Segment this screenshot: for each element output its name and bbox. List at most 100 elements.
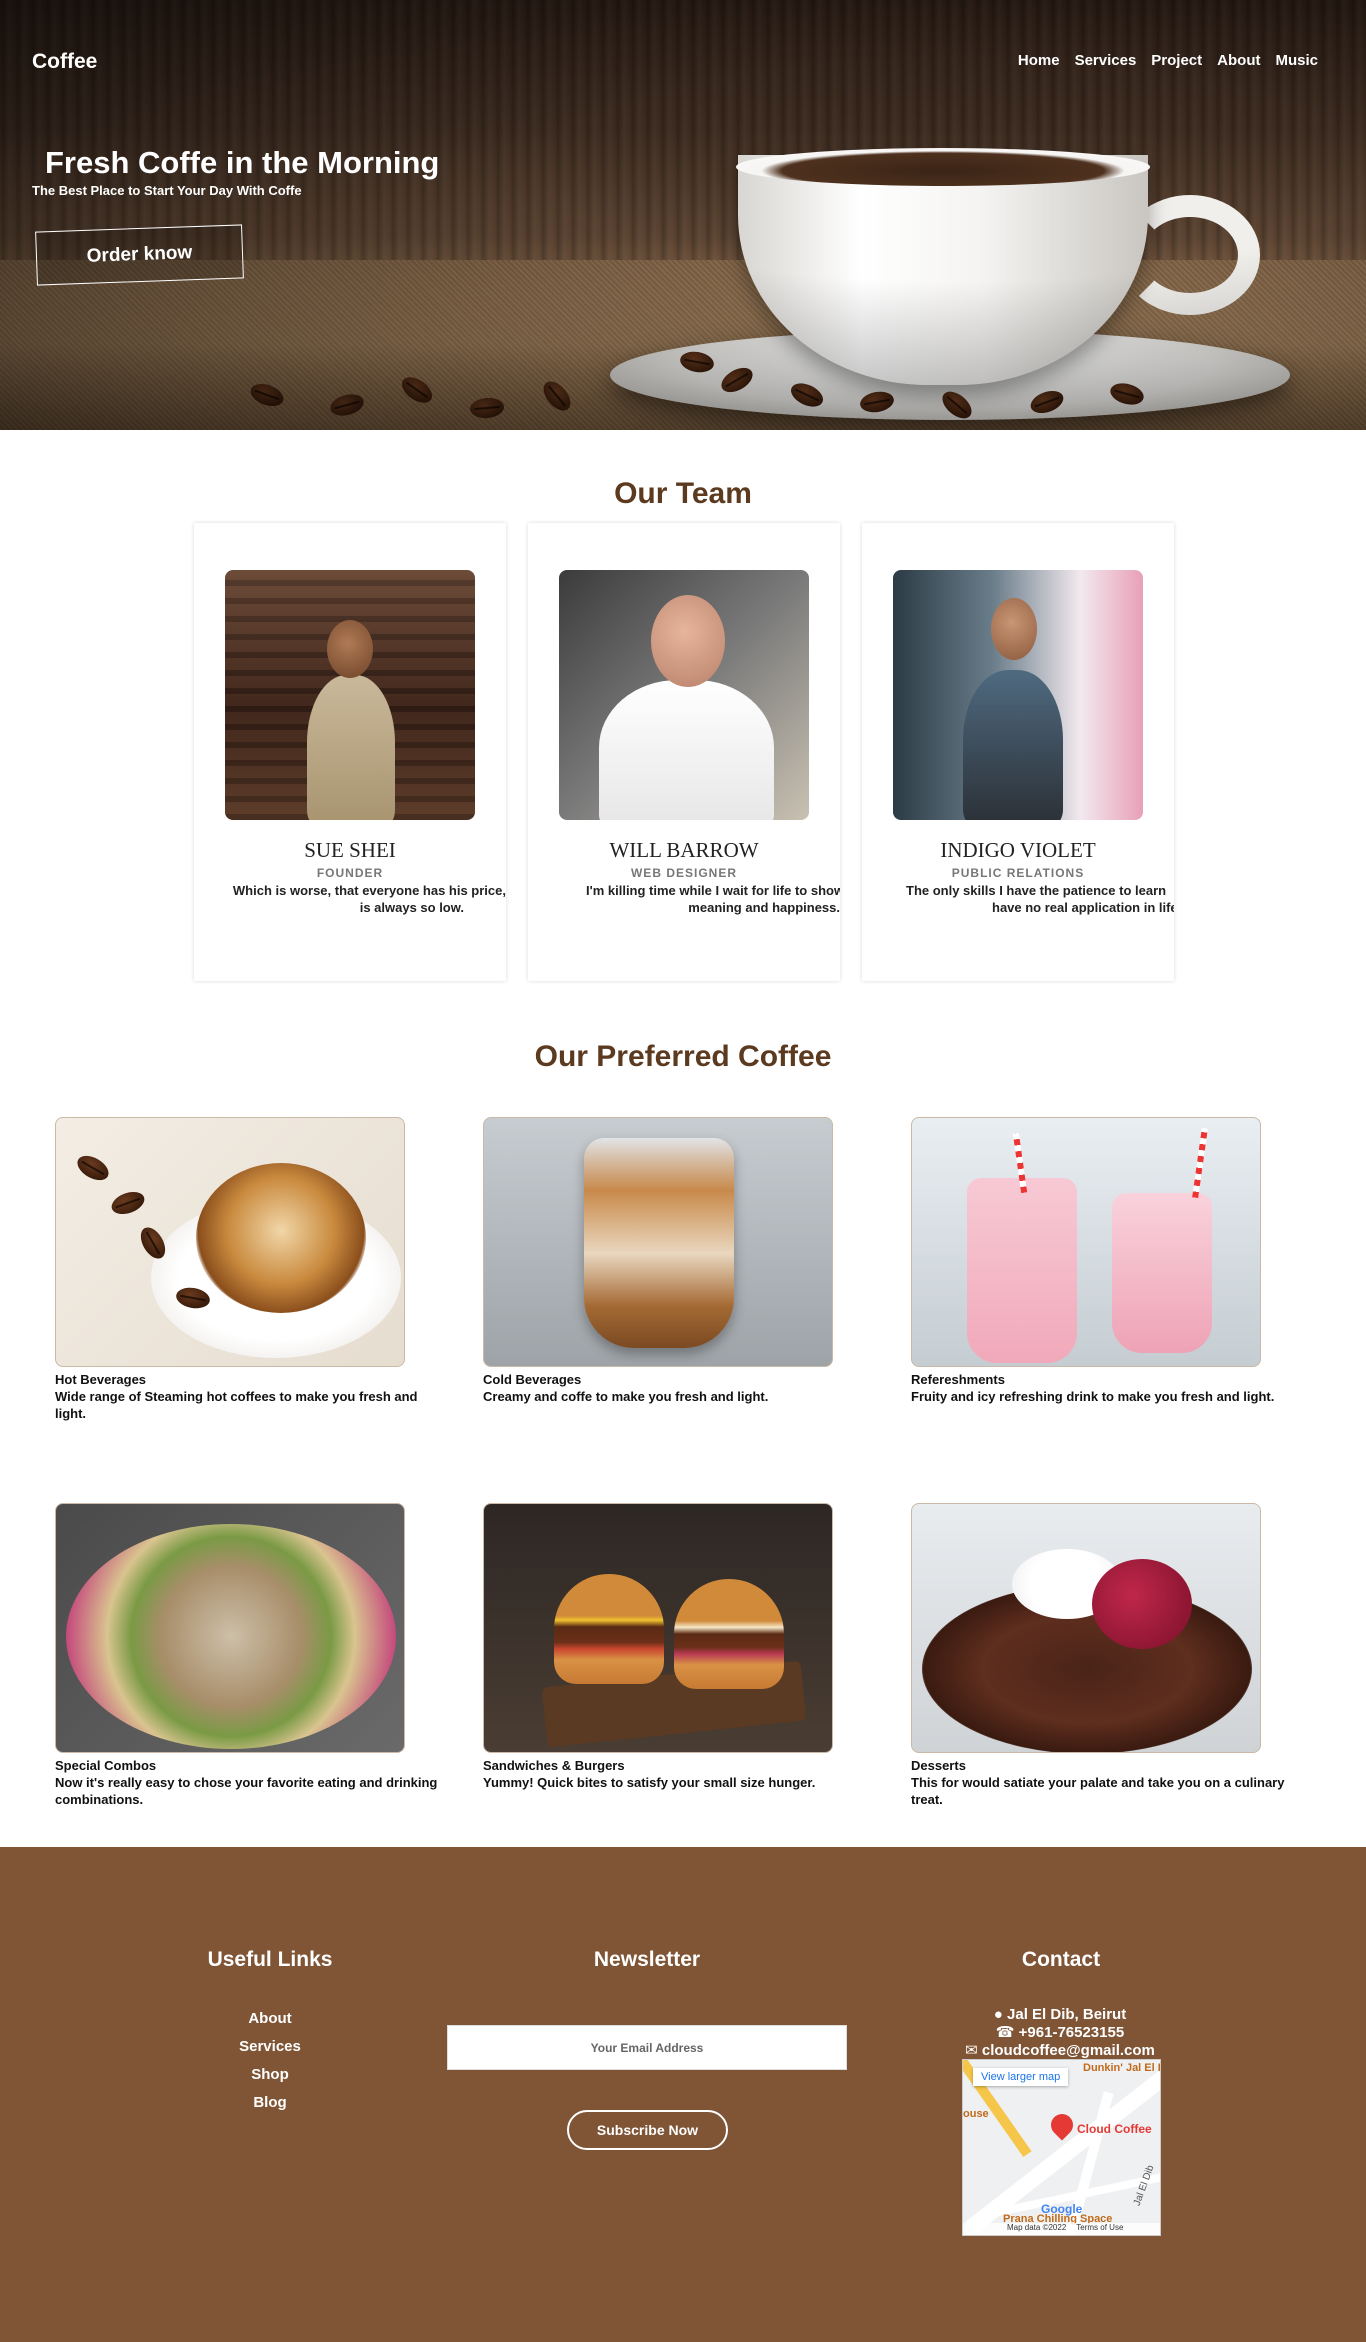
team-member-quote: The only skills I have the patience to l… — [906, 882, 1174, 916]
nav-about[interactable]: About — [1217, 52, 1260, 69]
coffee-section-title: Our Preferred Coffee — [534, 1040, 832, 1073]
team-photo — [225, 570, 475, 820]
nav-services[interactable]: Services — [1075, 52, 1137, 69]
burger — [674, 1579, 784, 1689]
phone-icon: ☎ — [995, 2024, 1015, 2041]
email-input[interactable] — [447, 2025, 847, 2070]
team-member-role: PUBLIC RELATIONS — [951, 866, 1085, 880]
useful-links-list: About Services Shop Blog — [170, 2005, 370, 2117]
top-navbar: Coffee Home Services Project About Music — [0, 0, 1366, 120]
berries — [1092, 1559, 1192, 1649]
map-poi-label: ouse — [963, 2108, 989, 2120]
team-member-quote: I'm killing time while I wait for life t… — [528, 882, 840, 916]
team-section-title: Our Team — [614, 477, 752, 510]
product-description: Now it's really easy to chose your favor… — [55, 1775, 438, 1807]
map-terms-link[interactable]: Terms of Use — [1076, 2223, 1123, 2235]
product-image-hot-beverages[interactable] — [55, 1117, 405, 1367]
team-card: WILL BARROW WEB DESIGNER I'm killing tim… — [528, 523, 840, 981]
product-title: Cold Beverages — [483, 1372, 582, 1387]
footer-link-services[interactable]: Services — [170, 2033, 370, 2061]
map-data-text: Map data ©2022 — [1007, 2223, 1067, 2232]
coffee-bean-icon — [73, 1150, 113, 1186]
team-member-name: INDIGO VIOLET — [940, 838, 1096, 862]
team-member-name: WILL BARROW — [609, 838, 759, 862]
hero-section: Coffee Home Services Project About Music… — [0, 0, 1366, 430]
product-title: Sandwiches & Burgers — [483, 1758, 625, 1773]
map-place-label: Cloud Coffee — [1077, 2122, 1152, 2136]
product-description: Wide range of Steaming hot coffees to ma… — [55, 1389, 418, 1421]
product-image-special-combos[interactable] — [55, 1503, 405, 1753]
iced-coffee-glass — [584, 1138, 734, 1348]
quote-line: Which is worse, that everyone has his pr… — [232, 883, 506, 898]
hero-title: Fresh Coffe in the Morning — [45, 145, 440, 180]
person-figure — [599, 680, 774, 820]
burger — [554, 1574, 664, 1684]
quote-line: meaning and happiness. — [688, 900, 840, 915]
address-text: Jal El Dib, Beirut — [1007, 2006, 1127, 2023]
product-description: Yummy! Quick bites to satisfy your small… — [483, 1775, 816, 1790]
map-pin-icon — [1046, 2109, 1078, 2141]
google-logo: Google — [1041, 2202, 1083, 2216]
team-member-role: WEB DESIGNER — [630, 866, 737, 880]
site-logo[interactable]: Coffee — [32, 50, 97, 74]
nav-music[interactable]: Music — [1275, 52, 1318, 69]
product-description: Fruity and icy refreshing drink to make … — [911, 1389, 1275, 1404]
team-photo — [559, 570, 809, 820]
product-title: Desserts — [911, 1758, 966, 1773]
product-image-sandwiches-burgers[interactable] — [483, 1503, 833, 1753]
team-card: SUE SHEI FOUNDER Which is worse, that ev… — [194, 523, 506, 981]
product-title: Special Combos — [55, 1758, 157, 1773]
hero-subtitle: The Best Place to Start Your Day With Co… — [32, 183, 302, 198]
person-head — [651, 595, 725, 687]
team-member-role: FOUNDER — [316, 866, 384, 880]
quote-line: I'm killing time while I wait for life t… — [586, 883, 840, 898]
coffee-bean-icon — [108, 1187, 148, 1219]
footer-link-blog[interactable]: Blog — [170, 2089, 370, 2117]
team-photo — [893, 570, 1143, 820]
quote-line: is always so low. — [359, 900, 464, 915]
subscribe-button[interactable]: Subscribe Now — [567, 2110, 728, 2150]
team-member-name: SUE SHEI — [304, 838, 396, 862]
footer-link-about[interactable]: About — [170, 2005, 370, 2033]
contact-title: Contact — [1021, 1948, 1101, 1971]
person-figure — [963, 670, 1063, 820]
envelope-icon: ✉ — [965, 2042, 978, 2059]
phone-text[interactable]: +961-76523155 — [1019, 2024, 1125, 2041]
email-text[interactable]: cloudcoffee@gmail.com — [982, 2042, 1155, 2059]
order-button[interactable]: Order know — [35, 224, 244, 286]
person-head — [991, 598, 1037, 660]
latte-cup — [196, 1163, 366, 1313]
quote-line: The only skills I have the patience to l… — [906, 883, 1167, 898]
person-head — [327, 620, 373, 678]
product-description: Creamy and coffe to make you fresh and l… — [483, 1389, 769, 1404]
tacos-plate — [66, 1524, 396, 1749]
footer: Useful Links About Services Shop Blog Ne… — [0, 1847, 1366, 2342]
footer-link-shop[interactable]: Shop — [170, 2061, 370, 2089]
map-poi-label: Dunkin' Jal El Dib — [1083, 2062, 1160, 2074]
product-image-refreshments[interactable] — [911, 1117, 1261, 1367]
newsletter-title: Newsletter — [593, 1948, 701, 1971]
contact-email: ✉ cloudcoffee@gmail.com — [950, 2042, 1170, 2060]
embedded-map[interactable]: View larger map Dunkin' Jal El Dib ouse … — [962, 2059, 1161, 2236]
product-image-cold-beverages[interactable] — [483, 1117, 833, 1367]
smoothie-glass — [967, 1178, 1077, 1363]
map-pin-icon: ● — [993, 2006, 1003, 2023]
person-figure — [307, 675, 395, 820]
product-title: Hot Beverages — [55, 1372, 147, 1387]
quote-line: have no real application in life. — [992, 900, 1174, 915]
product-description: This for would satiate your palate and t… — [911, 1775, 1285, 1807]
view-larger-map-link[interactable]: View larger map — [973, 2068, 1069, 2086]
product-image-desserts[interactable] — [911, 1503, 1261, 1753]
product-title: Refereshments — [911, 1372, 1005, 1387]
team-member-quote: Which is worse, that everyone has his pr… — [194, 882, 506, 916]
nav-home[interactable]: Home — [1018, 52, 1060, 69]
contact-address: ● Jal El Dib, Beirut — [950, 2006, 1170, 2024]
useful-links-title: Useful Links — [207, 1948, 333, 1971]
nav-links: Home Services Project About Music — [1018, 52, 1318, 69]
team-card: INDIGO VIOLET PUBLIC RELATIONS The only … — [862, 523, 1174, 981]
smoothie-glass — [1112, 1193, 1212, 1353]
contact-phone: ☎ +961-76523155 — [950, 2024, 1170, 2042]
map-attribution: Map data ©2022 Terms of Use — [963, 2223, 1160, 2235]
nav-project[interactable]: Project — [1151, 52, 1202, 69]
contact-info: ● Jal El Dib, Beirut ☎ +961-76523155 ✉ c… — [950, 2006, 1170, 2060]
